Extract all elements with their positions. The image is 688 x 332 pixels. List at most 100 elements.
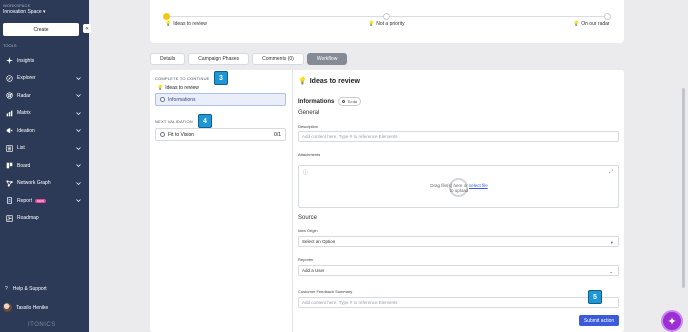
chevron-down-icon xyxy=(76,181,81,185)
workspace-name: Innovation Space xyxy=(3,9,42,15)
expand-icon[interactable]: ⤢ xyxy=(609,169,613,175)
radio-circle-icon xyxy=(160,132,165,137)
sidebar-item-radar[interactable]: Radar xyxy=(0,87,89,105)
chevron-down-icon xyxy=(76,164,81,168)
sidebar-item-roadmap[interactable]: Roadmap xyxy=(0,210,89,228)
status-badge: To do xyxy=(338,97,362,106)
ai-assistant-button[interactable]: ✦ xyxy=(661,310,683,332)
chevron-down-icon xyxy=(76,94,81,98)
sidebar-item-report[interactable]: Report NEW xyxy=(0,192,89,210)
sidebar-item-label: Radar xyxy=(17,92,31,99)
sidebar-item-label: Network Graph xyxy=(17,180,51,187)
chevron-down-icon: ▾ xyxy=(43,9,46,15)
help-support-link[interactable]: ? Help & Support xyxy=(5,286,47,292)
list-icon xyxy=(5,144,13,152)
workflow-steps-column: COMPLETE TO CONTINUE 💡 Ideas to review In… xyxy=(150,70,293,332)
sidebar-item-board[interactable]: Board xyxy=(0,157,89,175)
sidebar: WORKSPACE Innovation Space ▾ Create « TO… xyxy=(0,0,91,332)
section-title: Informations To do xyxy=(298,97,362,106)
feedback-summary-label: Customer Feedback Summary xyxy=(298,289,353,294)
callout-marker: 3 xyxy=(214,71,228,85)
megaphone-icon xyxy=(5,127,13,135)
scrollbar[interactable] xyxy=(682,88,685,288)
tab-workflow[interactable]: Workflow xyxy=(306,53,348,65)
dropzone-text: Drag file(s) here or select file to uploa… xyxy=(430,183,488,193)
step-dot-on-our-radar[interactable] xyxy=(604,13,611,20)
callout-marker: 4 xyxy=(198,114,212,128)
question-icon: ? xyxy=(5,286,8,292)
brand-logo: ITONICS xyxy=(28,322,56,328)
reporter-label: Reporter xyxy=(298,257,314,262)
step-label: 💡 Not a priority xyxy=(368,21,405,27)
sidebar-item-label: Explorer xyxy=(17,75,36,82)
sparkle-icon: ✦ xyxy=(667,315,677,328)
report-icon xyxy=(5,197,13,205)
sidebar-nav: Insights Explorer Radar Matrix Ideation … xyxy=(0,52,89,227)
todo-circle-icon xyxy=(342,100,346,103)
board-icon xyxy=(5,162,13,170)
sidebar-item-ideation[interactable]: Ideation xyxy=(0,122,89,140)
radar-icon xyxy=(5,92,13,100)
reporter-select[interactable]: Add a User ⌄ xyxy=(298,265,619,276)
sidebar-item-label: Board xyxy=(17,162,31,169)
sidebar-item-label: Report xyxy=(17,197,33,204)
attachment-dropzone[interactable]: ⓘ ⤢ Drag file(s) here or select file to u… xyxy=(298,165,619,208)
chevron-down-icon xyxy=(76,199,81,203)
task-count: 0/1 xyxy=(274,132,281,138)
network-icon xyxy=(5,179,13,187)
compass-icon xyxy=(5,74,13,82)
bulb-icon: 💡 xyxy=(368,21,375,27)
user-menu[interactable]: Tassilo Henike xyxy=(3,303,48,312)
chevron-down-icon: ⌄ xyxy=(609,269,613,274)
bulb-icon: 💡 xyxy=(157,85,164,91)
submit-action-button[interactable]: Submit action xyxy=(579,315,619,326)
step-label: 💡 On our radar xyxy=(573,21,610,27)
complete-to-continue-label: COMPLETE TO CONTINUE xyxy=(155,76,210,81)
feedback-summary-field[interactable]: Add content here. Type # to reference El… xyxy=(298,297,619,308)
select-file-link[interactable]: select file xyxy=(469,183,488,188)
sidebar-item-insights[interactable]: Insights xyxy=(0,52,89,70)
tab-details[interactable]: Details xyxy=(150,53,186,65)
attachments-label: Attachments xyxy=(298,152,321,157)
user-name: Tassilo Henike xyxy=(16,304,49,311)
new-badge: NEW xyxy=(35,198,47,203)
workflow-form: 💡 Ideas to review Informations To do Gener… xyxy=(298,70,621,332)
bulb-icon: 💡 xyxy=(573,21,580,27)
step-dot-ideas-to-review[interactable] xyxy=(163,13,170,20)
avatar xyxy=(3,303,12,312)
sidebar-item-explorer[interactable]: Explorer xyxy=(0,70,89,88)
general-heading: General xyxy=(298,110,320,116)
task-fit-to-vision[interactable]: Fit to Vision 0/1 xyxy=(155,128,286,141)
sidebar-item-label: Ideation xyxy=(17,127,35,134)
tab-campaign-phases[interactable]: Campaign Phases xyxy=(188,53,250,65)
chevron-down-icon xyxy=(76,146,81,150)
sidebar-item-label: Matrix xyxy=(17,110,31,117)
step-dot-not-a-priority[interactable] xyxy=(383,13,390,20)
main-area: 💡 Ideas to review 💡 Not a priority 💡 On our… xyxy=(89,0,688,332)
sidebar-item-network-graph[interactable]: Network Graph xyxy=(0,175,89,193)
tab-bar: Details Campaign Phases Comments (0) Wor… xyxy=(150,53,348,65)
roadmap-icon xyxy=(5,214,13,222)
workflow-panel: COMPLETE TO CONTINUE 💡 Ideas to review In… xyxy=(150,70,624,332)
workflow-stepper: 💡 Ideas to review 💡 Not a priority 💡 On our… xyxy=(150,0,624,43)
create-button[interactable]: Create xyxy=(3,23,79,36)
sidebar-item-list[interactable]: List xyxy=(0,140,89,158)
sidebar-item-label: Insights xyxy=(17,57,35,64)
bulb-icon: 💡 xyxy=(165,21,172,27)
idea-origin-label: Idea Origin xyxy=(298,228,318,233)
radio-circle-icon xyxy=(160,97,165,102)
sidebar-item-matrix[interactable]: Matrix xyxy=(0,105,89,123)
chevron-down-icon xyxy=(76,129,81,133)
chevron-down-icon xyxy=(76,76,81,80)
tools-label: TOOLS xyxy=(3,43,17,48)
workspace-selector[interactable]: Innovation Space ▾ xyxy=(3,9,46,15)
callout-marker: 5 xyxy=(588,290,602,304)
description-field[interactable]: Add content here. Type # to reference El… xyxy=(298,131,619,142)
sidebar-item-label: List xyxy=(17,145,25,152)
info-icon: ⓘ xyxy=(303,170,309,176)
task-informations[interactable]: Informations xyxy=(155,93,286,106)
caret-down-icon: ▾ xyxy=(610,240,613,245)
idea-origin-select[interactable]: Select an Option ▾ xyxy=(298,236,619,247)
tab-comments[interactable]: Comments (0) xyxy=(252,53,304,65)
sparkle-icon xyxy=(5,57,13,65)
